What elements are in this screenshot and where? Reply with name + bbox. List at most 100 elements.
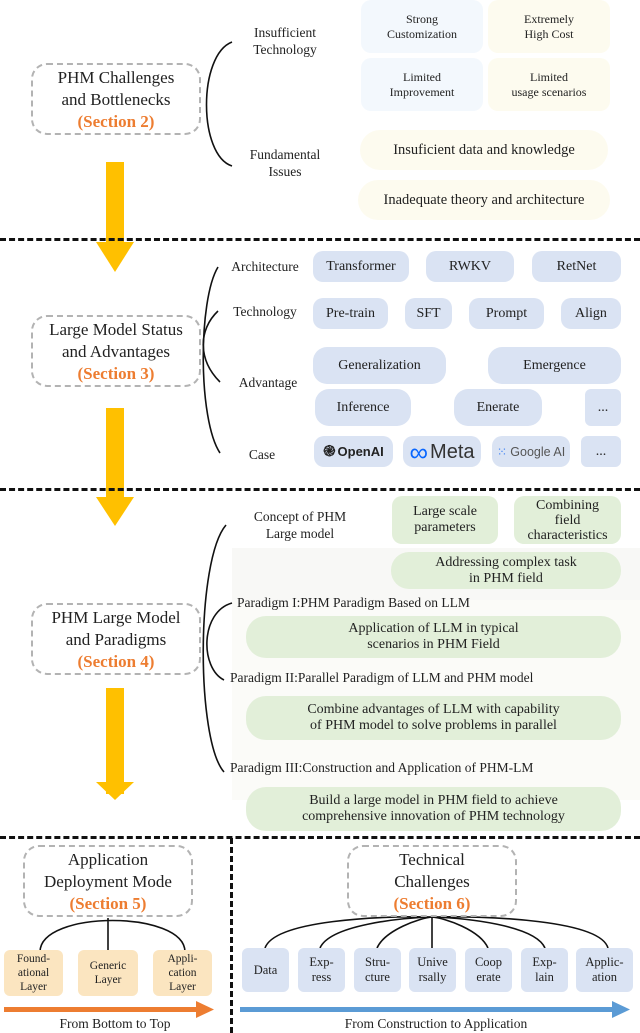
section4-brace-inner (206, 602, 233, 681)
concept-large-scale-parameters: Large scale parameters (392, 496, 498, 544)
section4-title-line1: PHM Large Model (51, 608, 181, 627)
meta-logo-icon: ∞ (409, 436, 429, 467)
section6-box: Technical Challenges (Section 6) (347, 845, 517, 917)
challenge-line1: Unive (417, 955, 448, 969)
concept-addressing-complex-task: Addressing complex task in PHM field (391, 552, 621, 589)
layer-line2: cation (168, 967, 197, 979)
case-more: ... (581, 436, 621, 467)
section2-title-line1: PHM Challenges (57, 68, 175, 87)
paradigm-1-label: Paradigm I:PHM Paradigm Based on LLM (237, 595, 470, 610)
paradigm-3-label: Paradigm III:Construction and Applicatio… (230, 760, 534, 775)
item-limited-usage-scenarios: Limited usage scenarios (488, 58, 610, 111)
desc-line1: Combine advantages of LLM with capabilit… (307, 702, 560, 717)
paradigm-2-label: Paradigm II:Parallel Paradigm of LLM and… (230, 670, 534, 685)
challenge-line2: ress (311, 970, 332, 984)
case-label: OpenAI (337, 443, 384, 459)
layer-foundational: Found-ational Layer (4, 950, 63, 996)
concept-label-line1: Concept of PHM (253, 509, 347, 524)
flow-arrow-3-4 (96, 408, 134, 526)
branch-case: Case (248, 447, 276, 462)
layer-generic: Generic Layer (78, 950, 138, 996)
adv-enerate: Enerate (454, 389, 542, 426)
adv-emergence: Emergence (488, 347, 621, 384)
layer-line2: Layer (94, 974, 122, 986)
item-limited-improvement: Limited Improvement (361, 58, 483, 111)
challenge-line2: rsally (418, 970, 447, 984)
section6-tree (264, 916, 609, 949)
section6-title-line2: Challenges (394, 872, 470, 891)
layer-line2: ational (17, 967, 50, 979)
section5-number: (Section 5) (69, 894, 147, 913)
section3-number: (Section 3) (77, 364, 155, 383)
desc-line1: Build a large model in PHM field to achi… (309, 793, 558, 808)
branch-label-line1: Insufficient (254, 25, 316, 40)
challenge-line1: Stru- (365, 955, 390, 969)
divider-1 (0, 238, 640, 241)
challenge-line2: ation (592, 970, 617, 984)
tech-pre-train: Pre-train (313, 298, 388, 329)
case-meta: ∞ Meta (403, 436, 481, 467)
branch-label-line2: Technology (253, 42, 317, 57)
item-line1: Strong (405, 11, 438, 26)
case-label: Meta (430, 440, 475, 463)
item-line2: High Cost (524, 26, 574, 41)
section5-title-line1: Application (67, 850, 149, 869)
desc-line1: Application of LLM in typical (348, 621, 519, 636)
paradigm-2-desc: Combine advantages of LLM with capabilit… (246, 696, 621, 740)
challenge-line2: lain (535, 970, 554, 984)
flow-arrow-4-5 (96, 688, 134, 800)
item-inadequate-theory: Inadequate theory and architecture (358, 180, 610, 220)
vertical-divider (230, 838, 233, 1033)
section6-title-line1: Technical (399, 850, 465, 869)
paradigm-3-desc: Build a large model in PHM field to achi… (246, 787, 621, 831)
item-line1: Addressing complex task (435, 554, 577, 570)
challenge-application: Applic-ation (576, 948, 633, 992)
openai-logo-icon: ֎ (323, 442, 336, 460)
arch-retnet: RetNet (532, 251, 621, 282)
item-strong-customization: Strong Customization (361, 0, 483, 53)
layer-line1: Generic (89, 960, 127, 972)
case-label: Google AI (510, 444, 566, 459)
flow-arrow-2-3 (96, 162, 134, 272)
case-google-ai: ⁙ Google AI (492, 436, 570, 467)
concept-combining-field-characteristics: Combining field characteristics (514, 496, 621, 544)
challenge-line1: Applic- (585, 955, 624, 969)
desc-line2: comprehensive innovation of PHM technolo… (302, 809, 565, 824)
bottom-to-top-label: From Bottom to Top (59, 1016, 171, 1031)
section5-tree (39, 918, 186, 953)
branch-advantage: Advantage (238, 375, 298, 390)
section3-title-line2: and Advantages (61, 342, 171, 361)
item-line2: Customization (387, 26, 457, 41)
branch-insufficient-technology: Insufficient Technology (240, 24, 330, 58)
adv-more: ... (585, 389, 621, 426)
arch-transformer: Transformer (313, 251, 409, 282)
adv-inference: Inference (315, 389, 411, 426)
branch-architecture: Architecture (231, 259, 299, 274)
item-line2: in PHM field (469, 570, 543, 586)
section3-box: Large Model Status and Advantages (Secti… (31, 315, 201, 387)
section2-title-line2: and Bottlenecks (61, 90, 171, 109)
paradigm-1-desc: Application of LLM in typical scenarios i… (246, 616, 621, 658)
divider-2 (0, 488, 640, 491)
section4-title-line2: and Paradigms (65, 630, 167, 649)
section2-number: (Section 2) (77, 112, 155, 131)
challenge-data: Data (242, 948, 289, 992)
item-line2: usage scenarios (511, 84, 587, 99)
section4-box: PHM Large Model and Paradigms (Section 4… (31, 603, 201, 675)
challenge-line2: cture (365, 970, 390, 984)
item-text: Inadequate theory and architecture (383, 192, 585, 208)
challenge-line2: erate (476, 970, 501, 984)
challenge-line1: Data (253, 962, 278, 977)
challenge-line1: Exp- (309, 955, 334, 969)
tech-sft: SFT (405, 298, 452, 329)
concept-label: Concept of PHM Large model (240, 508, 360, 542)
item-line1: Combining (535, 497, 599, 513)
challenge-line1: Coop (474, 955, 503, 969)
section4-number: (Section 4) (77, 652, 155, 671)
arch-rwkv: RWKV (426, 251, 514, 282)
item-line2: field (554, 512, 581, 528)
challenge-explain: Exp-lain (521, 948, 568, 992)
section3-brace-inner (202, 310, 221, 383)
challenge-express: Exp-ress (298, 948, 345, 992)
layer-line1: Appli- (167, 953, 198, 965)
